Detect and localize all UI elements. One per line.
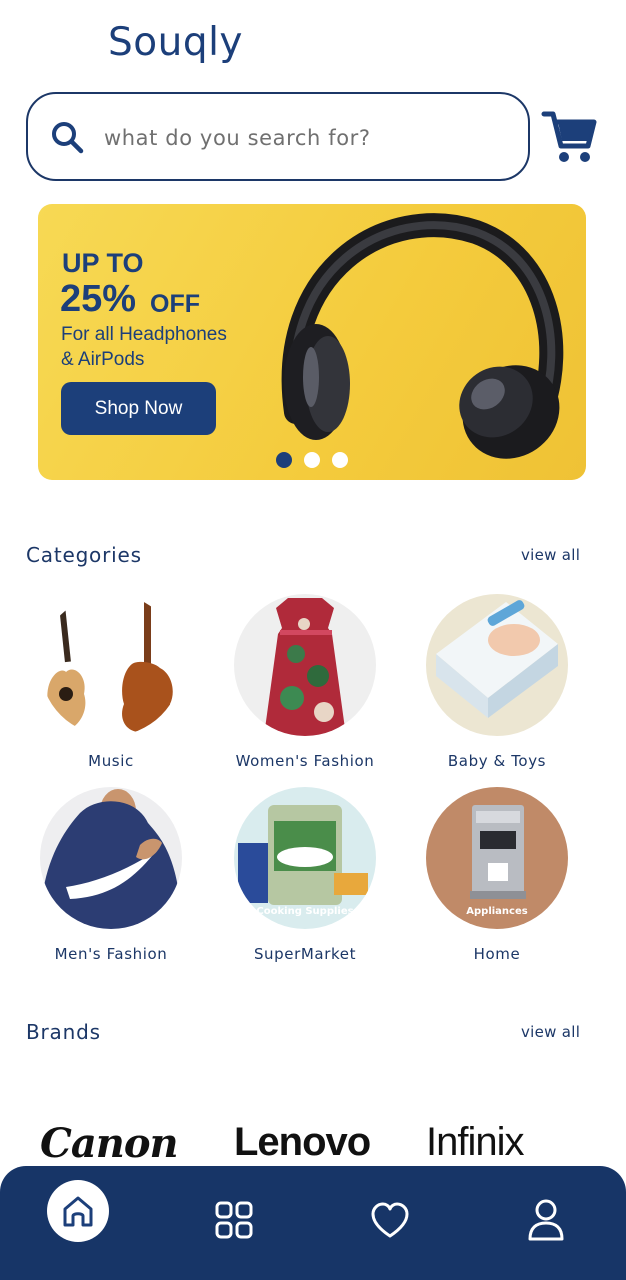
category-supermarket[interactable]: Cooking Supplies SuperMarket [210, 787, 400, 963]
category-label: SuperMarket [253, 945, 357, 963]
dress-image [234, 594, 376, 736]
coffee-machine-image: Appliances [426, 787, 568, 929]
diapers-image [426, 594, 568, 736]
category-home[interactable]: Appliances Home [402, 787, 592, 963]
promo-banner[interactable]: UP TO 25% OFF For all Headphones & AirPo… [38, 204, 586, 480]
brand-lenovo[interactable]: Lenovo [234, 1120, 374, 1165]
bottom-nav [0, 1166, 626, 1280]
brands-title: Brands [26, 1020, 101, 1044]
carousel-dot[interactable] [276, 452, 292, 468]
brand-canon[interactable]: Canon [40, 1120, 182, 1167]
category-mens-fashion[interactable]: Men's Fashion [16, 787, 206, 963]
category-overlay: Cooking Supplies [256, 906, 354, 917]
supermarket-image: Cooking Supplies [234, 787, 376, 929]
nav-favorites[interactable] [360, 1190, 420, 1250]
category-music[interactable]: Music [16, 594, 206, 770]
banner-percent: 25% [60, 278, 137, 320]
brands-view-all[interactable]: view all [521, 1023, 580, 1041]
hoodie-image [40, 787, 182, 929]
category-womens-fashion[interactable]: Women's Fashion [210, 594, 400, 770]
categories-title: Categories [26, 543, 142, 567]
user-icon [528, 1199, 564, 1241]
home-icon [63, 1196, 93, 1227]
nav-profile[interactable] [516, 1190, 576, 1250]
heart-icon [371, 1202, 409, 1238]
carousel-dot[interactable] [332, 452, 348, 468]
search-bar[interactable] [26, 92, 530, 181]
app-title: Souqly [108, 20, 244, 65]
banner-off: OFF [150, 290, 200, 318]
category-label: Women's Fashion [235, 752, 375, 770]
category-label: Music [88, 752, 134, 770]
carousel-dot[interactable] [304, 452, 320, 468]
search-icon [52, 122, 84, 154]
nav-home[interactable] [47, 1180, 109, 1242]
grid-icon [215, 1201, 253, 1239]
banner-headline: UP TO [62, 248, 144, 278]
banner-subtitle-2: & AirPods [61, 349, 145, 370]
guitar-image [40, 594, 182, 736]
nav-categories[interactable] [204, 1190, 264, 1250]
category-overlay: Appliances [466, 906, 528, 917]
shop-now-button[interactable]: Shop Now [61, 382, 216, 435]
category-label: Home [473, 945, 521, 963]
category-label: Baby & Toys [447, 752, 547, 770]
headphones-image [281, 213, 564, 459]
search-input[interactable] [104, 118, 504, 158]
cart-icon[interactable] [540, 108, 598, 166]
categories-view-all[interactable]: view all [521, 546, 580, 564]
banner-subtitle-1: For all Headphones [61, 324, 227, 345]
category-label: Men's Fashion [54, 945, 168, 963]
brand-infinix[interactable]: Infinix [426, 1120, 576, 1165]
category-baby-toys[interactable]: Baby & Toys [402, 594, 592, 770]
carousel-dots[interactable] [276, 452, 348, 468]
